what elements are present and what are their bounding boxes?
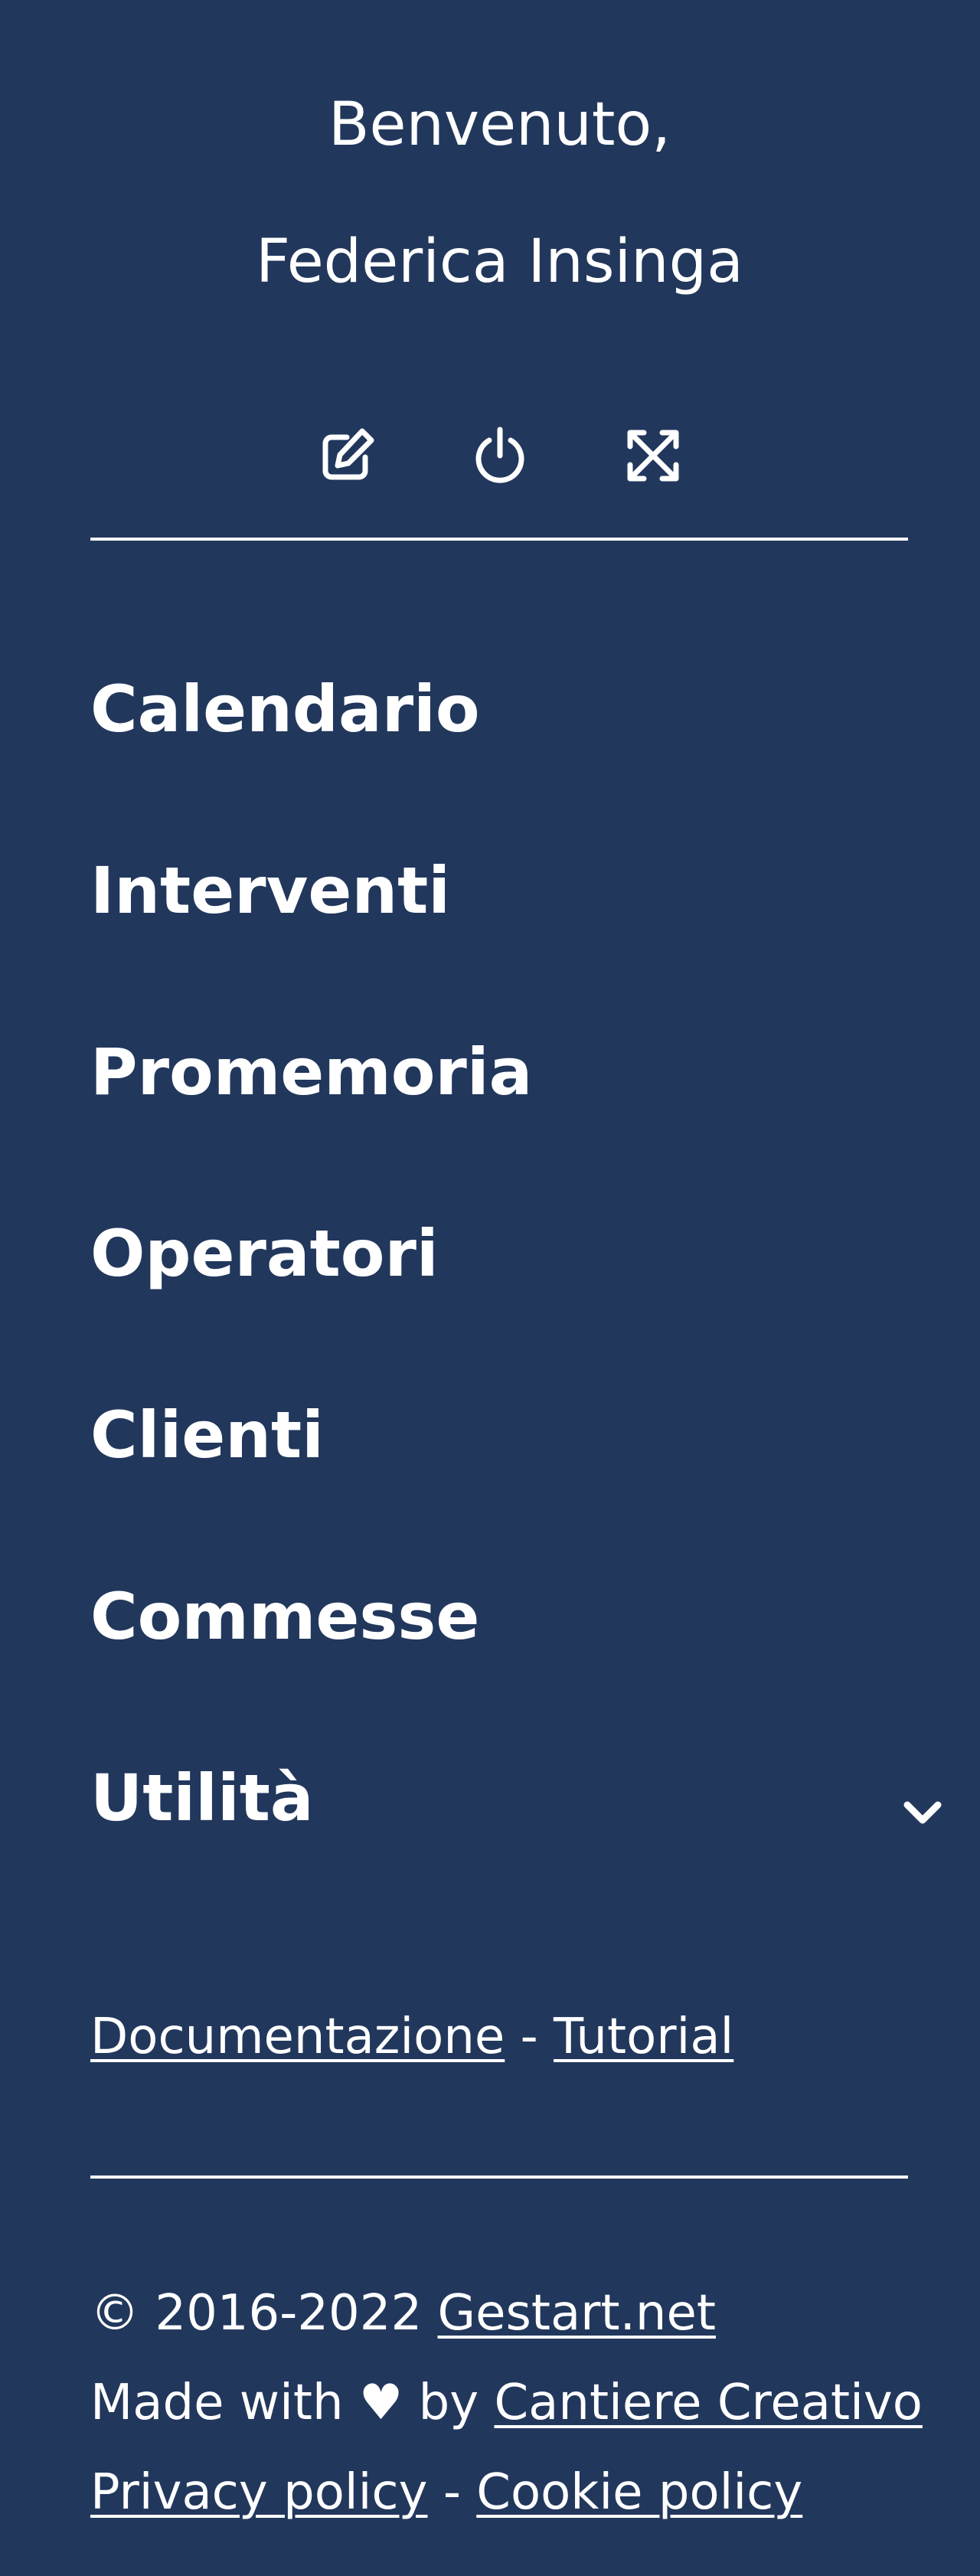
fullscreen-icon (627, 430, 678, 482)
edit-profile-button[interactable] (316, 425, 377, 486)
privacy-policy-link[interactable]: Privacy policy (90, 2464, 427, 2521)
nav-item-operatori[interactable]: Operatori (90, 1218, 936, 1400)
help-links: Documentazione - Tutorial (90, 2008, 733, 2067)
tutorial-link[interactable]: Tutorial (554, 2009, 733, 2065)
site-link[interactable]: Gestart.net (438, 2285, 716, 2342)
welcome-greeting: Benvenuto, (328, 90, 671, 159)
made-with-text: Made with ♥ by (90, 2375, 495, 2431)
user-actions-toolbar (0, 425, 980, 486)
copyright-line: © 2016-2022 Gestart.net (90, 2284, 716, 2343)
nav-item-utilita[interactable]: Utilità (90, 1760, 942, 1944)
agency-link[interactable]: Cantiere Creativo (494, 2375, 922, 2431)
main-navigation: Calendario Interventi Promemoria Operato… (90, 674, 942, 1944)
credits-line: Made with ♥ by Cantiere Creativo (90, 2374, 923, 2433)
nav-item-interventi[interactable]: Interventi (90, 855, 936, 1037)
edit-icon (322, 428, 374, 480)
power-icon (475, 427, 524, 483)
nav-item-promemoria[interactable]: Promemoria (90, 1037, 936, 1218)
nav-item-label: Commesse (90, 1579, 480, 1654)
nav-item-label: Interventi (90, 853, 451, 928)
footer-divider (90, 2176, 908, 2179)
policy-separator: - (427, 2464, 477, 2521)
user-name: Federica Insinga (256, 227, 743, 296)
nav-item-label: Clienti (90, 1398, 324, 1473)
nav-item-label: Operatori (90, 1216, 439, 1291)
copyright-text: © 2016-2022 (90, 2285, 438, 2342)
nav-item-calendario[interactable]: Calendario (90, 674, 936, 855)
nav-item-label: Promemoria (90, 1035, 533, 1110)
header-divider (90, 538, 908, 541)
cookie-policy-link[interactable]: Cookie policy (476, 2464, 802, 2521)
logout-button[interactable] (469, 425, 531, 486)
link-separator: - (505, 2009, 554, 2065)
nav-item-clienti[interactable]: Clienti (90, 1400, 936, 1581)
nav-item-label: Utilità (90, 1760, 314, 1836)
fullscreen-button[interactable] (622, 425, 684, 486)
documentation-link[interactable]: Documentazione (90, 2009, 505, 2065)
nav-item-label: Calendario (90, 672, 480, 747)
chevron-down-icon[interactable] (900, 1778, 946, 1824)
policy-links: Privacy policy - Cookie policy (90, 2463, 802, 2522)
nav-item-commesse[interactable]: Commesse (90, 1581, 936, 1763)
